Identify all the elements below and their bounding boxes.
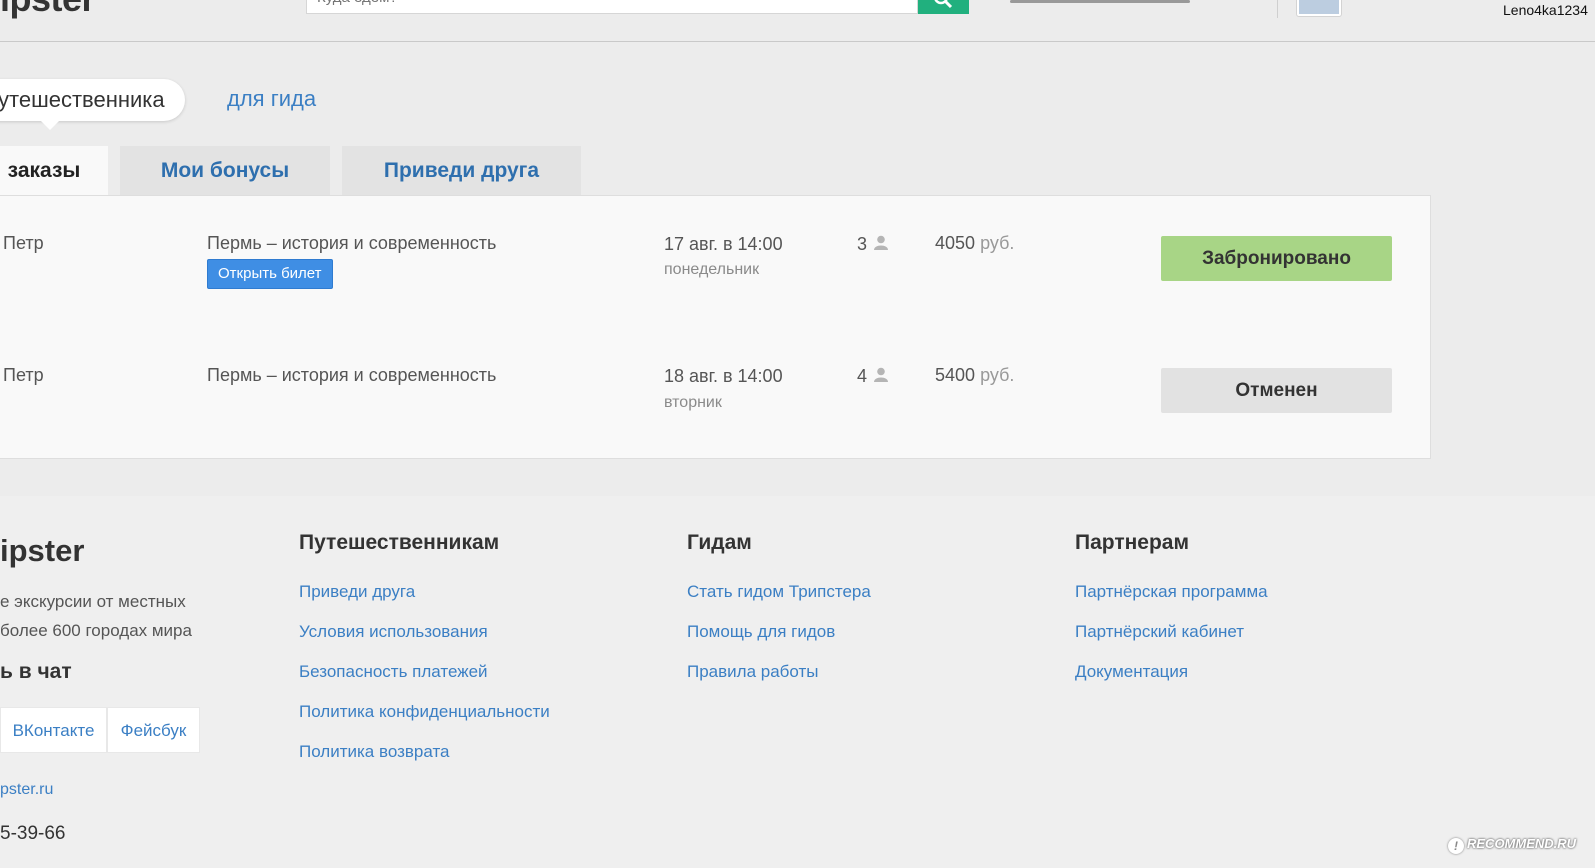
footer-tagline: более 600 городах мира: [0, 621, 192, 640]
order-persons: 3: [857, 234, 868, 254]
footer-column-title: Путешественникам: [299, 531, 500, 554]
watermark-badge-icon: !: [1448, 838, 1464, 854]
order-weekday: вторник: [664, 394, 722, 411]
order-weekday: понедельник: [664, 261, 760, 278]
order-date: 17 авг. в 14:00: [664, 234, 783, 254]
header-nav-link[interactable]: [1010, 0, 1190, 3]
price-value: 4050: [935, 233, 976, 253]
price-currency: руб.: [980, 233, 1015, 253]
footer-chat-title: ь в чат: [0, 660, 72, 683]
search-button[interactable]: [918, 0, 969, 14]
footer-link[interactable]: Политика конфиденциальности: [299, 702, 550, 722]
tab-orders[interactable]: заказы: [0, 146, 108, 195]
footer-link[interactable]: Приведи друга: [299, 582, 415, 602]
order-tour[interactable]: Пермь – история и современность: [207, 365, 496, 386]
role-traveler-toggle[interactable]: утешественника: [0, 79, 185, 130]
social-vk-button[interactable]: ВКонтакте: [0, 707, 107, 753]
footer-phone: 5-39-66: [0, 823, 66, 844]
status-cancelled-button[interactable]: Отменен: [1161, 368, 1392, 413]
footer-link[interactable]: Условия использования: [299, 622, 488, 642]
social-facebook-button[interactable]: Фейсбук: [107, 707, 200, 753]
footer-column-title: Партнерам: [1075, 531, 1190, 554]
footer-column-title: Гидам: [687, 531, 752, 554]
order-date: 18 авг. в 14:00: [664, 366, 783, 386]
footer-link[interactable]: Политика возврата: [299, 742, 450, 762]
person-icon: [874, 235, 888, 250]
order-price: 5400 руб.: [935, 365, 1014, 386]
watermark: ! RECOMMEND.RU: [1448, 836, 1588, 858]
footer-tagline: е экскурсии от местных: [0, 592, 186, 611]
search-input[interactable]: [306, 0, 918, 14]
tab-invite-friend[interactable]: Приведи друга: [342, 146, 581, 195]
status-booked-button[interactable]: Забронировано: [1161, 236, 1392, 281]
footer-link[interactable]: Документация: [1075, 662, 1188, 682]
role-guide-link[interactable]: для гида: [227, 86, 316, 112]
order-price: 4050 руб.: [935, 233, 1014, 254]
footer-logo[interactable]: ipster: [0, 533, 84, 569]
order-tour[interactable]: Пермь – история и современность: [207, 233, 496, 254]
username[interactable]: Leno4ka1234: [1503, 2, 1588, 18]
order-guide[interactable]: Петр: [3, 365, 44, 386]
orders-list: Петр Пермь – история и современность Отк…: [0, 195, 1431, 459]
price-value: 5400: [935, 365, 976, 385]
header-divider: [1277, 0, 1278, 18]
price-currency: руб.: [980, 365, 1015, 385]
order-guide[interactable]: Петр: [3, 233, 44, 254]
order-persons: 4: [857, 366, 868, 386]
footer: ipster е экскурсии от местных более 600 …: [0, 496, 1595, 868]
logo[interactable]: ipster: [0, 0, 96, 20]
footer-site-link[interactable]: pster.ru: [0, 781, 53, 799]
footer-link[interactable]: Партнёрский кабинет: [1075, 622, 1244, 642]
footer-link[interactable]: Правила работы: [687, 662, 818, 682]
header: ipster Leno4ka1234: [0, 0, 1595, 42]
footer-link[interactable]: Стать гидом Трипстера: [687, 582, 871, 602]
tab-bonuses[interactable]: Мои бонусы: [120, 146, 330, 195]
avatar[interactable]: [1297, 0, 1341, 16]
footer-link[interactable]: Безопасность платежей: [299, 662, 488, 682]
watermark-text: RECOMMEND.RU: [1467, 836, 1577, 851]
person-icon: [874, 367, 888, 382]
footer-link[interactable]: Партнёрская программа: [1075, 582, 1268, 602]
search-icon: [934, 0, 953, 9]
open-ticket-button[interactable]: Открыть билет: [207, 259, 333, 289]
footer-link[interactable]: Помощь для гидов: [687, 622, 835, 642]
